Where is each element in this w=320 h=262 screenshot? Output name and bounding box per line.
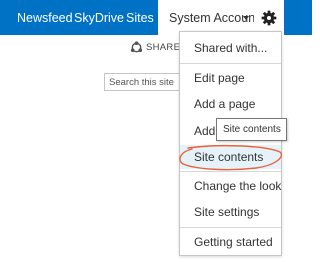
gear-icon: [261, 10, 277, 26]
tooltip-text: Site contents: [223, 124, 281, 135]
nav-skydrive-link[interactable]: SkyDrive: [74, 11, 124, 25]
menu-divider: [180, 171, 281, 172]
menu-item-shared-with[interactable]: Shared with...: [180, 36, 281, 60]
suite-bar: Newsfeed SkyDrive Sites System Account: [0, 0, 312, 35]
menu-item-label: Add: [194, 124, 216, 138]
menu-item-label: Shared with...: [194, 41, 268, 55]
menu-item-add-a-page[interactable]: Add a page: [180, 92, 281, 116]
menu-item-site-settings[interactable]: Site settings: [180, 200, 281, 224]
search-input[interactable]: [105, 74, 183, 90]
menu-item-getting-started[interactable]: Getting started: [180, 230, 281, 254]
menu-item-site-contents[interactable]: Site contents: [180, 145, 281, 169]
site-search-box: [104, 73, 184, 91]
site-contents-tooltip: Site contents: [216, 118, 287, 141]
settings-menu: Shared with... Edit page Add a page Add …: [179, 31, 282, 256]
nav-sites-link[interactable]: Sites: [126, 11, 154, 25]
menu-item-label: Add a page: [194, 97, 256, 111]
menu-item-label: Site settings: [194, 205, 260, 219]
menu-item-label: Change the look: [194, 179, 282, 193]
menu-item-change-the-look[interactable]: Change the look: [180, 174, 281, 198]
menu-divider: [180, 227, 281, 228]
menu-item-label: Edit page: [194, 71, 245, 85]
menu-item-label: Getting started: [194, 235, 273, 249]
share-label: SHARE: [146, 42, 181, 53]
account-menu-button[interactable]: System Account: [158, 0, 259, 35]
share-icon: [130, 41, 143, 53]
nav-newsfeed-link[interactable]: Newsfeed: [17, 11, 73, 25]
chevron-down-icon: [243, 16, 249, 20]
menu-item-edit-page[interactable]: Edit page: [180, 66, 281, 90]
menu-item-label: Site contents: [194, 150, 264, 164]
settings-button[interactable]: [254, 0, 284, 35]
menu-divider: [180, 63, 281, 64]
